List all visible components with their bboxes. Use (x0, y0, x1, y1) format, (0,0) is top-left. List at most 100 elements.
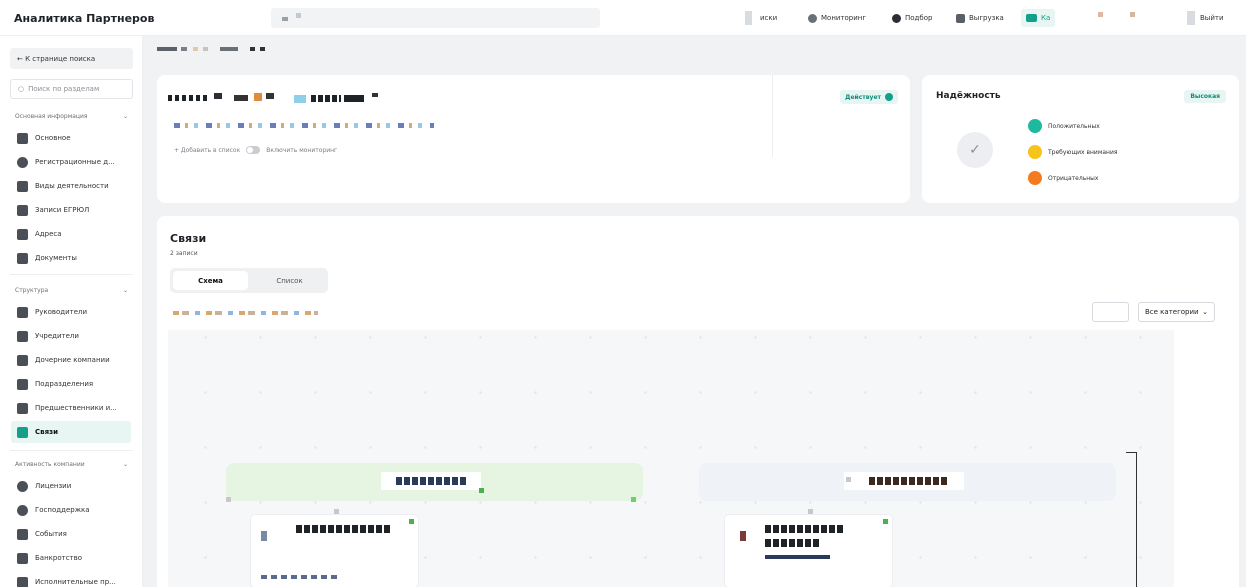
bankruptcy-icon (17, 552, 28, 564)
sidebar-item-subsidiaries[interactable]: Дочерние компании (11, 350, 131, 370)
status-badge: Действует (840, 90, 898, 104)
back-label: ← К странице поиска (17, 54, 96, 63)
sidebar-item-label: Документы (35, 254, 77, 262)
category-select-value: Все категории (1145, 308, 1199, 316)
back-to-search-button[interactable]: ← К странице поиска (10, 48, 133, 69)
links-card: Связи 2 записи Схема Список Все категори… (157, 216, 1239, 587)
nav-label: Подбор (905, 14, 933, 22)
card-icon (1026, 14, 1037, 22)
graph-group-node[interactable] (226, 463, 643, 502)
graph-canvas[interactable] (168, 330, 1174, 587)
sidebar-item-founders[interactable]: Учредители (11, 326, 131, 346)
links-icon (17, 426, 28, 438)
chevron-down-icon: ⌄ (122, 287, 128, 294)
blurred-text (296, 13, 301, 18)
sidebar-item-events[interactable]: События (11, 524, 131, 544)
status-label: Действует (845, 93, 881, 101)
download-icon (956, 13, 965, 23)
view-switch: Схема Список (170, 268, 328, 293)
sidebar-item-label: События (35, 530, 67, 538)
legend-positive[interactable]: Положительных (1028, 119, 1100, 133)
sidebar-item-documents[interactable]: Документы (11, 248, 131, 268)
sidebar-item-enforcement[interactable]: Исполнительные пр... (11, 572, 131, 587)
people-icon (17, 306, 28, 318)
graph-entity-node[interactable] (251, 515, 418, 587)
search-icon: ○ (18, 85, 25, 93)
top-bar: Аналитика Партнеров иски Мониторинг Подб… (0, 0, 1246, 36)
company-name-blurred (168, 93, 378, 103)
negative-dot-icon (1028, 171, 1042, 185)
sidebar-item-managers[interactable]: Руководители (11, 302, 131, 322)
connector-line (1126, 452, 1137, 587)
graph-group-node[interactable] (699, 463, 1116, 501)
list-icon (17, 204, 28, 216)
sidebar-item-links[interactable]: Связи (11, 421, 131, 443)
legend-label: Требующих внимания (1048, 148, 1118, 156)
app-title[interactable]: Аналитика Партнеров (14, 12, 154, 25)
reliability-card: Надёжность Высокая ✓ Положительных Требу… (922, 75, 1239, 203)
tab-scheme[interactable]: Схема (173, 271, 248, 290)
attention-dot-icon (1028, 145, 1042, 159)
graph-entity-node[interactable] (725, 515, 892, 587)
section-header-activity[interactable]: Активность компании ⌄ (15, 461, 128, 468)
section-title: Активность компании (15, 461, 85, 468)
section-title: Основная информация (15, 113, 88, 120)
category-select[interactable]: Все категории ⌄ (1138, 302, 1215, 322)
blurred-icon (1098, 12, 1103, 17)
legend-negative[interactable]: Отрицательных (1028, 171, 1098, 185)
tree-icon (17, 354, 28, 366)
blurred-text (282, 17, 288, 21)
sidebar-item-label: Господдержка (35, 506, 90, 514)
sidebar-item-bankruptcy[interactable]: Банкротство (11, 548, 131, 568)
support-icon (17, 504, 28, 516)
reliability-badge: Высокая (1184, 90, 1226, 103)
sidebar-item-label: Дочерние компании (35, 356, 110, 364)
records-count: 2 записи (170, 250, 198, 257)
sidebar-item-gov-support[interactable]: Господдержка (11, 500, 131, 520)
sidebar-item-predecessors[interactable]: Предшественники и... (11, 398, 131, 418)
sidebar-item-addresses[interactable]: Адреса (11, 224, 131, 244)
nav-item-monitoring[interactable]: Мониторинг (808, 11, 866, 25)
clipboard-icon (17, 180, 28, 192)
section-title: Структура (15, 287, 49, 294)
monitoring-toggle[interactable] (246, 146, 261, 154)
map-pin-icon (17, 228, 28, 240)
target-icon (892, 13, 901, 23)
logout-button[interactable]: Выйти (1187, 11, 1224, 25)
sidebar-item-label: Банкротство (35, 554, 83, 562)
connector-handle[interactable] (808, 509, 813, 514)
add-to-list-button[interactable]: + Добавить в список (174, 147, 240, 154)
document-icon (17, 252, 28, 264)
section-title: Связи (170, 232, 207, 245)
nav-item-export[interactable]: Выгрузка (956, 11, 1004, 25)
global-search-input[interactable] (271, 8, 600, 28)
search-input[interactable] (1092, 302, 1129, 322)
sidebar-item-label: Подразделения (35, 380, 94, 388)
sidebar: ← К странице поиска ○ Поиск по разделам … (0, 36, 143, 587)
search-placeholder: Поиск по разделам (28, 85, 100, 93)
filter-chips-blurred (173, 311, 318, 315)
sidebar-item-divisions[interactable]: Подразделения (11, 374, 131, 394)
chevron-down-icon: ⌄ (122, 461, 128, 468)
nav-label: иски (760, 14, 778, 22)
tab-list[interactable]: Список (252, 271, 327, 290)
section-search-input[interactable]: ○ Поиск по разделам (10, 79, 133, 99)
sidebar-item-licenses[interactable]: Лицензии (11, 476, 131, 496)
sidebar-item-egrul[interactable]: Записи ЕГРЮЛ (11, 200, 131, 220)
divider (10, 274, 133, 275)
sidebar-item-activities[interactable]: Виды деятельности (11, 176, 131, 196)
sidebar-item-registration[interactable]: Регистрационные д... (11, 152, 131, 172)
connector-handle[interactable] (334, 509, 339, 514)
nav-item-lawsuits[interactable]: иски (760, 11, 777, 25)
section-header-structure[interactable]: Структура ⌄ (15, 287, 128, 294)
nav-item-selection[interactable]: Подбор (892, 11, 932, 25)
nav-item-card[interactable]: Ка (1021, 9, 1056, 27)
sidebar-item-label: Адреса (35, 230, 62, 238)
legend-attention[interactable]: Требующих внимания (1028, 145, 1117, 159)
section-header-main[interactable]: Основная информация ⌄ (15, 113, 128, 120)
company-actions: + Добавить в список Включить мониторинг (174, 146, 337, 154)
user-icon (1187, 11, 1195, 25)
nav-label: Мониторинг (821, 14, 867, 22)
check-circle-icon: ✓ (957, 132, 993, 168)
sidebar-item-main[interactable]: Основное (11, 128, 131, 148)
